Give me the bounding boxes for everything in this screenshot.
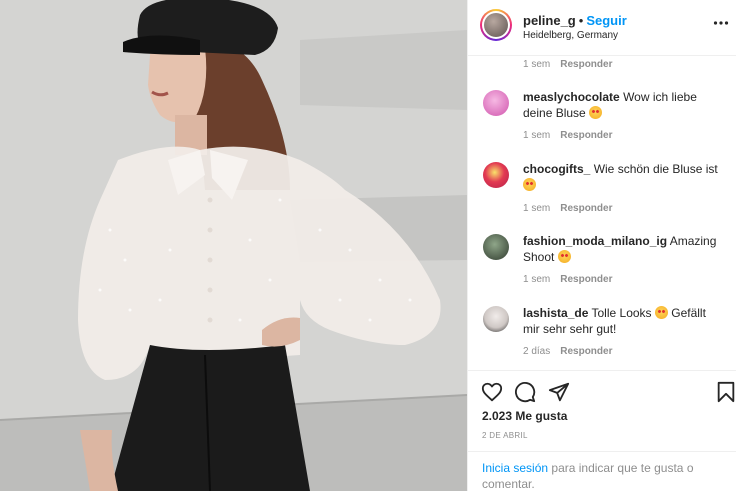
comment-meta: 2 días Responder <box>523 346 612 357</box>
heart-eyes-emoji-icon <box>523 178 536 191</box>
comment-avatar[interactable] <box>483 90 509 116</box>
login-prompt: Inicia sesión para indicar que te gusta … <box>468 451 736 491</box>
heart-eyes-emoji-icon <box>589 106 603 119</box>
post-photo[interactable] <box>0 0 467 491</box>
login-link[interactable]: Inicia sesión <box>482 461 548 475</box>
header-user-line: peline_g • Seguir <box>523 13 627 28</box>
heart-eyes-emoji-icon <box>557 250 571 263</box>
comment-time: 1 sem <box>523 274 551 285</box>
more-options-icon[interactable] <box>713 20 729 26</box>
comment-time: 1 sem <box>523 130 551 141</box>
comment-meta: 1 sem Responder <box>523 59 612 70</box>
follow-button[interactable]: Seguir <box>586 13 626 28</box>
comment-time: 2 días <box>523 346 551 357</box>
post-actions: 2.023 Me gusta 2 DE ABRIL Inicia sesión … <box>468 370 736 491</box>
heart-icon[interactable] <box>481 381 503 403</box>
comment-text: fashion_moda_milano_ig Amazing Shoot <box>523 233 723 265</box>
comments-list[interactable]: 1 sem Responder measlychocolate Wow ich l… <box>468 56 736 370</box>
comment-meta: 1 sem Responder <box>523 130 612 141</box>
reply-button[interactable]: Responder <box>560 203 612 214</box>
reply-button[interactable]: Responder <box>560 59 612 70</box>
comment-text: measlychocolate Wow ich liebe deine Blus… <box>523 89 723 121</box>
login-prompt-text: Inicia sesión para indicar que te gusta … <box>482 460 727 491</box>
comment-avatar[interactable] <box>483 162 509 188</box>
post-header: peline_g • Seguir Heidelberg, Germany <box>468 0 736 56</box>
bookmark-icon[interactable] <box>715 381 736 403</box>
comment-username[interactable]: lashista_de <box>523 306 588 320</box>
comment-avatar[interactable] <box>483 306 509 332</box>
comment-body: Tolle Looks <box>591 306 652 320</box>
comment-time: 1 sem <box>523 203 551 214</box>
post-date: 2 DE ABRIL <box>482 431 528 440</box>
reply-button[interactable]: Responder <box>560 130 612 141</box>
comment-body: Wie schön die Bluse ist <box>593 162 718 176</box>
comment-time: 1 sem <box>523 59 551 70</box>
reply-button[interactable]: Responder <box>560 346 612 357</box>
post-photo-illustration <box>0 0 467 491</box>
post-sidebar: peline_g • Seguir Heidelberg, Germany 1 se… <box>467 0 736 491</box>
avatar[interactable] <box>480 9 512 41</box>
heart-eyes-emoji-icon <box>654 306 668 319</box>
separator-dot: • <box>578 13 584 28</box>
comment-avatar[interactable] <box>483 234 509 260</box>
comment-meta: 1 sem Responder <box>523 274 612 285</box>
share-icon[interactable] <box>548 381 570 403</box>
comment-username[interactable]: measlychocolate <box>523 90 620 104</box>
comment-username[interactable]: chocogifts_ <box>523 162 590 176</box>
reply-button[interactable]: Responder <box>560 274 612 285</box>
comment-text: lashista_de Tolle Looks Gefällt mir sehr… <box>523 305 723 337</box>
likes-count[interactable]: 2.023 Me gusta <box>482 409 567 423</box>
comment-username[interactable]: fashion_moda_milano_ig <box>523 234 667 248</box>
comment-text: chocogifts_ Wie schön die Bluse ist <box>523 161 723 193</box>
comment-meta: 1 sem Responder <box>523 203 612 214</box>
username-link[interactable]: peline_g <box>523 13 576 28</box>
comment-icon[interactable] <box>514 381 536 403</box>
location-link[interactable]: Heidelberg, Germany <box>523 30 618 41</box>
